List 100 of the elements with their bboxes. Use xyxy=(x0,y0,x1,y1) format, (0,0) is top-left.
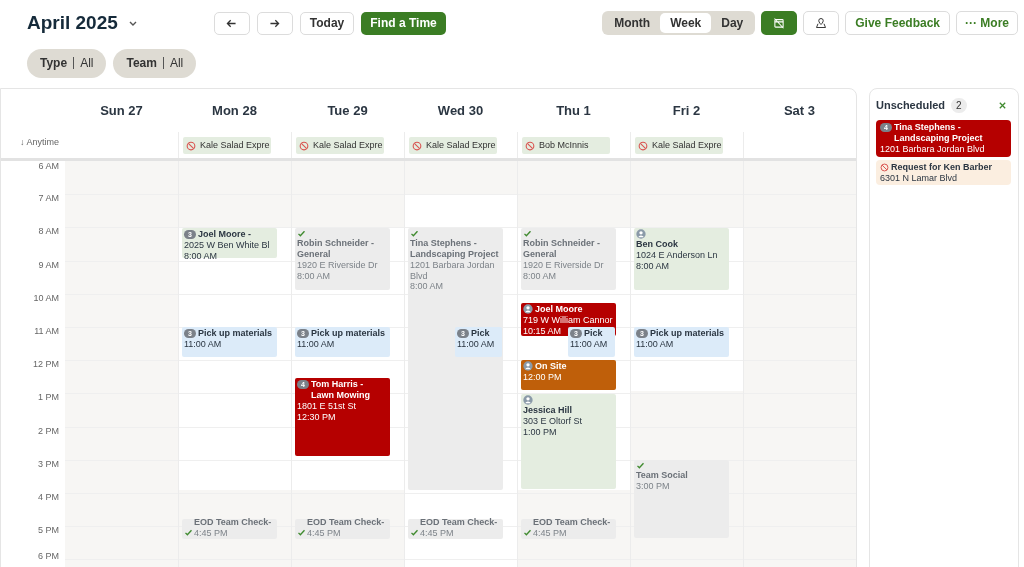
event-detail: 6301 N Lamar Blvd xyxy=(880,172,958,183)
event-card[interactable]: EOD Team Check- 4:45 PM xyxy=(295,519,390,539)
view-tab[interactable]: Month xyxy=(604,13,661,33)
event-detail: 4:45 PM xyxy=(420,527,454,538)
anytime-event[interactable]: Kale Salad Expre xyxy=(635,137,723,154)
event-detail: 719 W William Cannor xyxy=(523,315,613,326)
prohibited-icon xyxy=(186,140,196,151)
filter-button[interactable]: Team All xyxy=(113,48,197,78)
event-detail: 1201 Barbara Jordan Blvd xyxy=(880,144,985,155)
checkmark-icon xyxy=(636,461,645,470)
event-detail: 4:45 PM xyxy=(533,527,567,538)
event-title: Ben Cook xyxy=(636,239,678,250)
event-card[interactable]: EOD Team Check- 4:45 PM xyxy=(521,519,616,539)
event-title: Kale Salad Expre xyxy=(200,138,270,152)
next-week-button[interactable] xyxy=(256,11,293,35)
view-tab[interactable]: Day xyxy=(711,13,754,33)
hour-label: 9 AM xyxy=(38,259,59,270)
prohibited-icon xyxy=(880,162,889,172)
event-card[interactable]: Jessica Hill 303 E Oltorf St 1:00 PM xyxy=(521,394,616,489)
anytime-event[interactable]: Kale Salad Expre xyxy=(296,137,384,154)
event-title: Kale Salad Expre xyxy=(426,138,496,152)
find-time-button[interactable]: Find a Time xyxy=(361,11,446,35)
checkmark-icon xyxy=(523,528,532,537)
calendar-off-icon xyxy=(773,17,786,29)
filter-button[interactable]: Type All xyxy=(27,48,107,78)
event-title: Kale Salad Expre xyxy=(313,138,383,152)
event-detail: 11:00 AM xyxy=(297,339,335,350)
map-button[interactable] xyxy=(803,11,840,35)
hour-label: 3 PM xyxy=(38,458,59,469)
feedback-button[interactable]: Give Feedback xyxy=(845,11,950,35)
event-detail: 11:00 AM xyxy=(570,339,608,350)
event-detail: 8:00 AM xyxy=(184,250,218,261)
event-title: Joel Moore xyxy=(535,304,583,315)
event-detail: 1024 E Anderson Ln xyxy=(636,250,718,261)
event-detail: 8:00 AM xyxy=(523,270,557,281)
hour-label: 5 PM xyxy=(38,525,59,536)
event-title: On Site xyxy=(535,361,567,372)
event-detail: 1:00 PM xyxy=(523,426,557,437)
event-detail: 12:00 PM xyxy=(523,372,562,383)
hour-label: 7 AM xyxy=(38,193,59,204)
day-header: Thu 1 xyxy=(556,101,591,120)
panel-title: Unscheduled xyxy=(876,97,946,113)
event-title: EOD Team Check- xyxy=(533,516,611,528)
day-header: Sun 27 xyxy=(100,101,143,120)
event-title: EOD Team Check- xyxy=(420,516,498,528)
event-detail: 10:15 AM xyxy=(523,325,562,336)
checkmark-icon xyxy=(184,528,193,537)
day-header: Wed 30 xyxy=(437,101,484,120)
day-header: Mon 28 xyxy=(212,101,257,120)
event-title: Pick up materials xyxy=(311,328,386,339)
event-detail: 8:00 AM xyxy=(297,270,331,281)
event-card[interactable]: EOD Team Check- 4:45 PM xyxy=(408,519,503,539)
view-tab[interactable]: Week xyxy=(660,13,712,33)
event-card[interactable]: EOD Team Check- 4:45 PM xyxy=(182,519,277,539)
prohibited-icon xyxy=(638,140,648,151)
event-detail: 1920 E Riverside Dr xyxy=(523,260,604,271)
map-pin-icon xyxy=(815,17,828,29)
event-detail: 11:00 AM xyxy=(184,339,222,350)
prohibited-icon xyxy=(412,140,422,151)
event-detail: 12:30 PM xyxy=(297,411,336,422)
event-detail: 4:45 PM xyxy=(307,527,341,538)
more-button[interactable]: ··· More xyxy=(956,11,1018,35)
checkmark-icon xyxy=(297,229,306,238)
event-card[interactable]: Ben Cook 1024 E Anderson Ln 8:00 AM xyxy=(634,228,729,290)
event-card[interactable]: Robin Schneider - General 1920 E Riverside Dr 8:00 AM xyxy=(295,228,390,290)
filter-value: All xyxy=(80,55,94,72)
event-title: EOD Team Check- xyxy=(307,516,385,528)
anytime-event[interactable]: Bob McInnis xyxy=(522,137,610,154)
anytime-label: ↓ Anytime xyxy=(20,136,59,149)
event-detail: 4:45 PM xyxy=(194,527,228,538)
close-icon xyxy=(998,100,1007,110)
anytime-event[interactable]: Kale Salad Expre xyxy=(183,137,271,154)
prohibited-icon xyxy=(299,140,309,151)
event-detail: 1920 E Riverside Dr xyxy=(297,260,378,271)
event-detail: 2025 W Ben White Bl xyxy=(184,240,270,251)
hour-label: 1 PM xyxy=(38,392,59,403)
hour-label: 6 AM xyxy=(38,161,59,171)
filter-label: Type xyxy=(40,55,68,72)
today-button[interactable]: Today xyxy=(299,11,355,35)
event-title: Request for Ken Barber xyxy=(891,161,993,173)
hour-label: 2 PM xyxy=(38,425,59,436)
anytime-event[interactable]: Kale Salad Expre xyxy=(409,137,497,154)
count-badge: 2 xyxy=(951,97,967,113)
event-detail: 11:00 AM xyxy=(457,339,495,350)
event-title: Pick xyxy=(584,328,603,339)
event-card[interactable]: On Site 12:00 PM xyxy=(521,360,616,390)
close-button[interactable] xyxy=(998,100,1008,110)
calendar-toggle-button[interactable] xyxy=(761,11,798,35)
event-title: Kale Salad Expre xyxy=(652,138,722,152)
previous-week-button[interactable] xyxy=(213,11,250,35)
filter-label: Team xyxy=(126,55,157,72)
hour-label: 4 PM xyxy=(38,492,59,502)
event-card[interactable]: Team Social 3:00 PM xyxy=(634,460,729,538)
hour-label: 12 PM xyxy=(33,359,59,370)
event-title: EOD Team Check- xyxy=(194,516,272,528)
event-title: Robin Schneider - General xyxy=(297,238,375,260)
event-card[interactable]: Request for Ken Barber 6301 N Lamar Blvd xyxy=(876,159,1011,185)
event-title: Tina Stephens - Landscaping Project xyxy=(894,122,984,144)
event-card[interactable]: Robin Schneider - General 1920 E Riverside Dr 8:00 AM xyxy=(521,228,616,290)
event-title: Joel Moore - xyxy=(198,229,251,240)
